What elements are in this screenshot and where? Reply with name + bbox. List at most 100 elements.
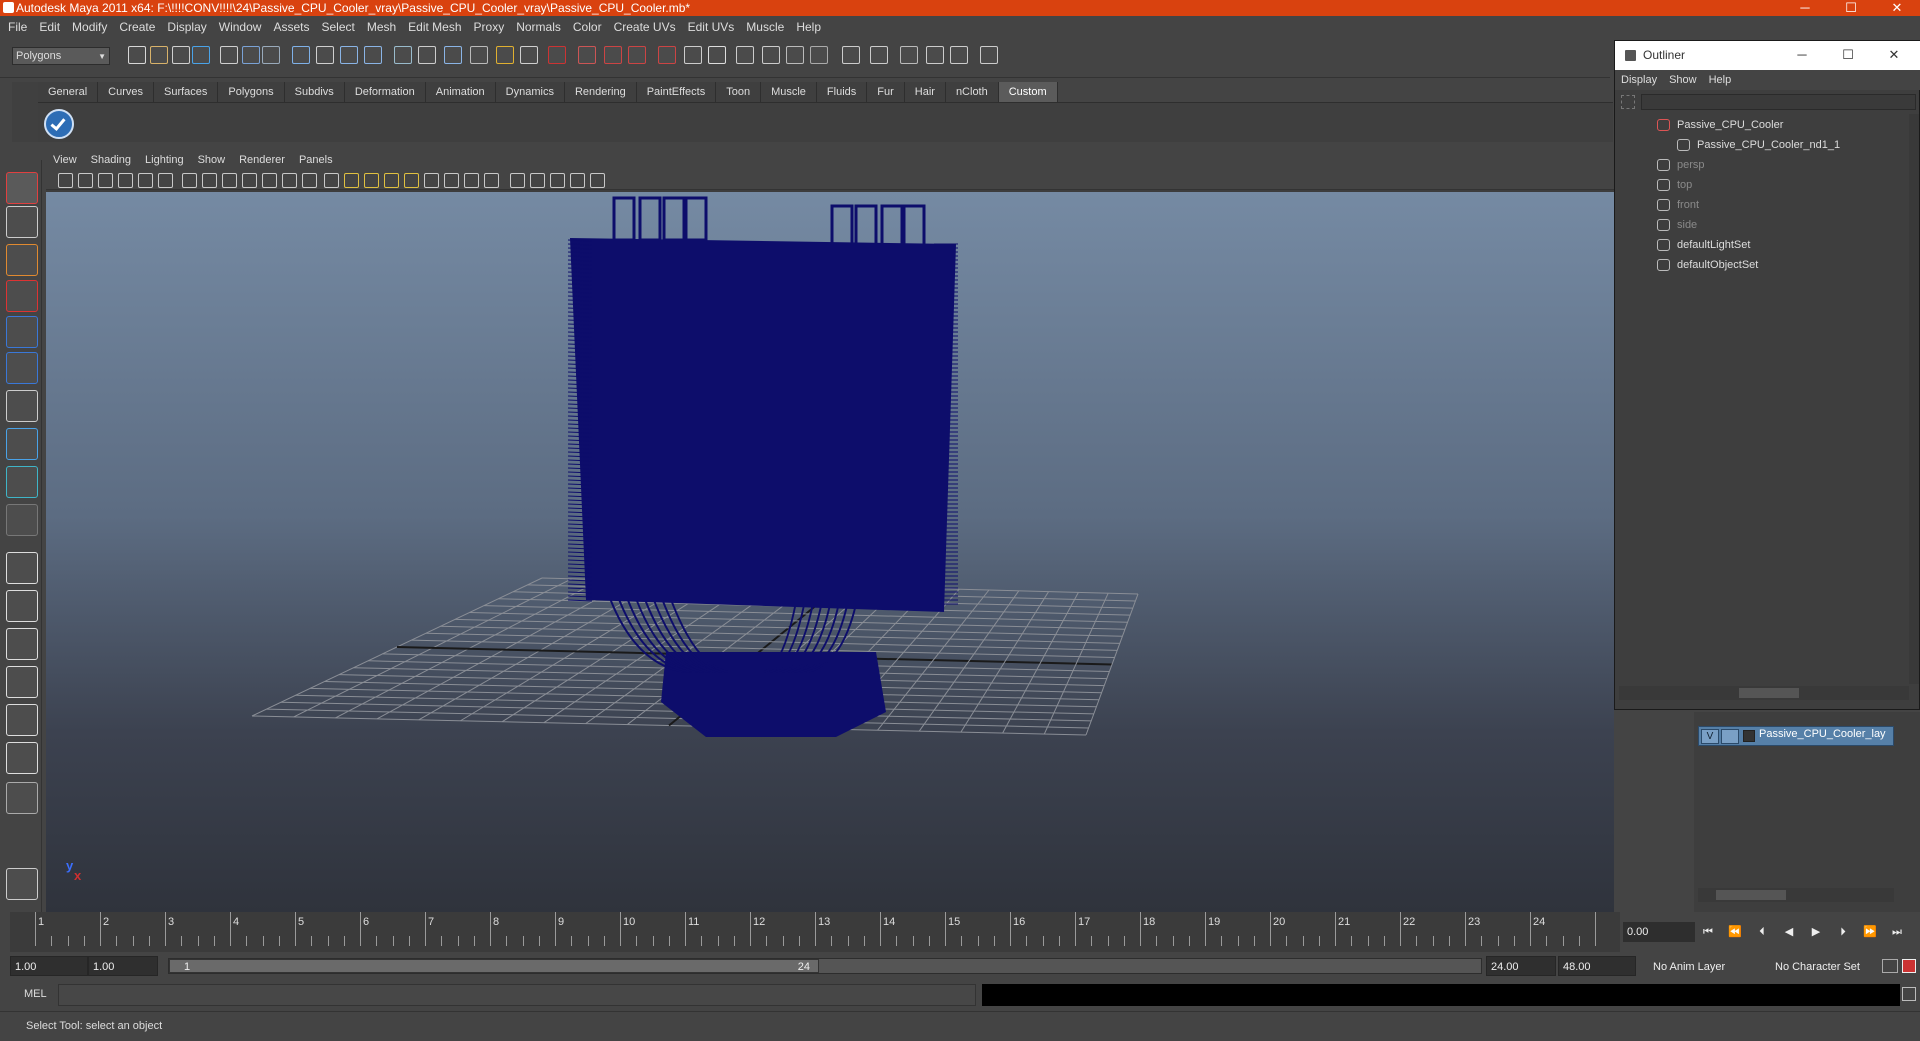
viewport-tool-12-icon[interactable] <box>302 173 317 188</box>
shelf-tab-polygons[interactable]: Polygons <box>218 82 285 102</box>
viewport-tool-1-icon[interactable] <box>78 173 93 188</box>
hypershade-icon[interactable] <box>6 704 38 736</box>
status-tool-14-icon[interactable] <box>470 46 488 64</box>
character-set-selector[interactable]: No Character Set <box>1770 956 1878 976</box>
outliner-vertical-scrollbar[interactable] <box>1909 114 1919 684</box>
command-input[interactable] <box>58 984 976 1006</box>
playback-button[interactable]: ⏵ <box>1833 924 1853 940</box>
status-tool-11-icon[interactable] <box>394 46 412 64</box>
shelf-tab-ncloth[interactable]: nCloth <box>945 82 999 102</box>
viewport-tool-0-icon[interactable] <box>58 173 73 188</box>
single-pane-icon[interactable] <box>6 552 38 584</box>
status-tool-21-icon[interactable] <box>658 46 676 64</box>
outliner-item[interactable]: defaultObjectSet <box>1657 256 1758 274</box>
status-tool-13-icon[interactable] <box>444 46 462 64</box>
shelf-tab-general[interactable]: General <box>38 82 99 102</box>
viewport-menu-view[interactable]: View <box>46 150 84 170</box>
menu-set-selector[interactable]: Polygons ▼ <box>12 47 110 65</box>
shelf-tab-deformation[interactable]: Deformation <box>344 82 426 102</box>
menu-edit-mesh[interactable]: Edit Mesh <box>402 16 467 38</box>
playback-button[interactable]: ⏮ <box>1698 924 1718 940</box>
status-tool-32-icon[interactable] <box>950 46 968 64</box>
persp-graph-icon[interactable] <box>6 666 38 698</box>
outliner-item[interactable]: persp <box>1657 156 1705 174</box>
shelf-tab-dynamics[interactable]: Dynamics <box>495 82 565 102</box>
viewport-tool-14-icon[interactable] <box>344 173 359 188</box>
menu-edit[interactable]: Edit <box>33 16 66 38</box>
layout-options-icon[interactable] <box>6 782 38 814</box>
viewport-tool-23-icon[interactable] <box>530 173 545 188</box>
shelf-options[interactable] <box>12 82 38 142</box>
status-tool-27-icon[interactable] <box>810 46 828 64</box>
viewport-tool-26-icon[interactable] <box>590 173 605 188</box>
menu-create[interactable]: Create <box>113 16 161 38</box>
outliner-item[interactable]: side <box>1657 216 1697 234</box>
status-tool-1-icon[interactable] <box>150 46 168 64</box>
show-manip-icon[interactable] <box>6 466 38 498</box>
menu-modify[interactable]: Modify <box>66 16 113 38</box>
last-tool-icon[interactable] <box>6 504 38 536</box>
viewport-tool-5-icon[interactable] <box>158 173 173 188</box>
viewport-tool-16-icon[interactable] <box>384 173 399 188</box>
playback-button[interactable]: ⏭ <box>1887 924 1907 940</box>
menu-help[interactable]: Help <box>790 16 827 38</box>
status-tool-23-icon[interactable] <box>708 46 726 64</box>
viewport-tool-10-icon[interactable] <box>262 173 277 188</box>
outliner-menu-help[interactable]: Help <box>1703 70 1738 90</box>
outliner-filter-input[interactable] <box>1641 94 1916 110</box>
outliner-item[interactable]: top <box>1657 176 1692 194</box>
perspective-viewport[interactable]: y x persp <box>46 192 1614 912</box>
viewport-tool-8-icon[interactable] <box>222 173 237 188</box>
persp-outliner-icon[interactable] <box>6 742 38 774</box>
menu-window[interactable]: Window <box>213 16 268 38</box>
playback-button[interactable]: ⏪ <box>1725 924 1745 940</box>
outliner-menu-display[interactable]: Display <box>1615 70 1663 90</box>
menu-muscle[interactable]: Muscle <box>740 16 790 38</box>
viewport-tool-19-icon[interactable] <box>444 173 459 188</box>
status-tool-31-icon[interactable] <box>926 46 944 64</box>
status-tool-6-icon[interactable] <box>262 46 280 64</box>
shelf-tab-surfaces[interactable]: Surfaces <box>153 82 219 102</box>
four-pane-icon[interactable] <box>6 590 38 622</box>
viewport-menu-shading[interactable]: Shading <box>84 150 138 170</box>
close-button[interactable]: ✕ <box>1874 0 1920 16</box>
viewport-tool-25-icon[interactable] <box>570 173 585 188</box>
menu-assets[interactable]: Assets <box>267 16 315 38</box>
status-tool-26-icon[interactable] <box>786 46 804 64</box>
shelf-tab-rendering[interactable]: Rendering <box>564 82 637 102</box>
shelf-tab-fluids[interactable]: Fluids <box>816 82 868 102</box>
menu-normals[interactable]: Normals <box>510 16 567 38</box>
playback-end-field[interactable]: 24.00 <box>1486 956 1556 976</box>
menu-mesh[interactable]: Mesh <box>361 16 402 38</box>
status-tool-17-icon[interactable] <box>548 46 566 64</box>
menu-create-uvs[interactable]: Create UVs <box>608 16 682 38</box>
outliner-close-button[interactable]: ✕ <box>1871 41 1917 70</box>
menu-proxy[interactable]: Proxy <box>468 16 511 38</box>
lasso-tool-icon[interactable] <box>6 206 38 238</box>
range-slider-handle[interactable]: 1 24 <box>169 959 819 973</box>
paint-select-icon[interactable] <box>6 244 38 276</box>
viewport-tool-4-icon[interactable] <box>138 173 153 188</box>
shelf-tab-subdivs[interactable]: Subdivs <box>284 82 345 102</box>
status-tool-33-icon[interactable] <box>980 46 998 64</box>
key-icon[interactable] <box>1882 959 1898 973</box>
layer-row[interactable]: V Passive_CPU_Cooler_lay <box>1698 726 1894 746</box>
status-tool-12-icon[interactable] <box>418 46 436 64</box>
outliner-menu-show[interactable]: Show <box>1663 70 1703 90</box>
rotate-tool-icon[interactable] <box>6 316 38 348</box>
shelf-tab-muscle[interactable]: Muscle <box>761 82 817 102</box>
soft-mod-icon[interactable] <box>6 428 38 460</box>
status-tool-18-icon[interactable] <box>578 46 596 64</box>
range-slider[interactable]: 1 24 <box>168 958 1482 974</box>
status-tool-24-icon[interactable] <box>736 46 754 64</box>
status-tool-7-icon[interactable] <box>292 46 310 64</box>
viewport-menu-renderer[interactable]: Renderer <box>232 150 292 170</box>
layer-hscroll[interactable] <box>1698 888 1894 902</box>
status-tool-4-icon[interactable] <box>220 46 238 64</box>
status-tool-20-icon[interactable] <box>628 46 646 64</box>
shelf-tab-painteffects[interactable]: PaintEffects <box>636 82 717 102</box>
shelf-tab-custom[interactable]: Custom <box>998 82 1058 102</box>
viewport-menu-lighting[interactable]: Lighting <box>138 150 191 170</box>
status-tool-5-icon[interactable] <box>242 46 260 64</box>
manipulator-icon[interactable] <box>6 390 38 422</box>
